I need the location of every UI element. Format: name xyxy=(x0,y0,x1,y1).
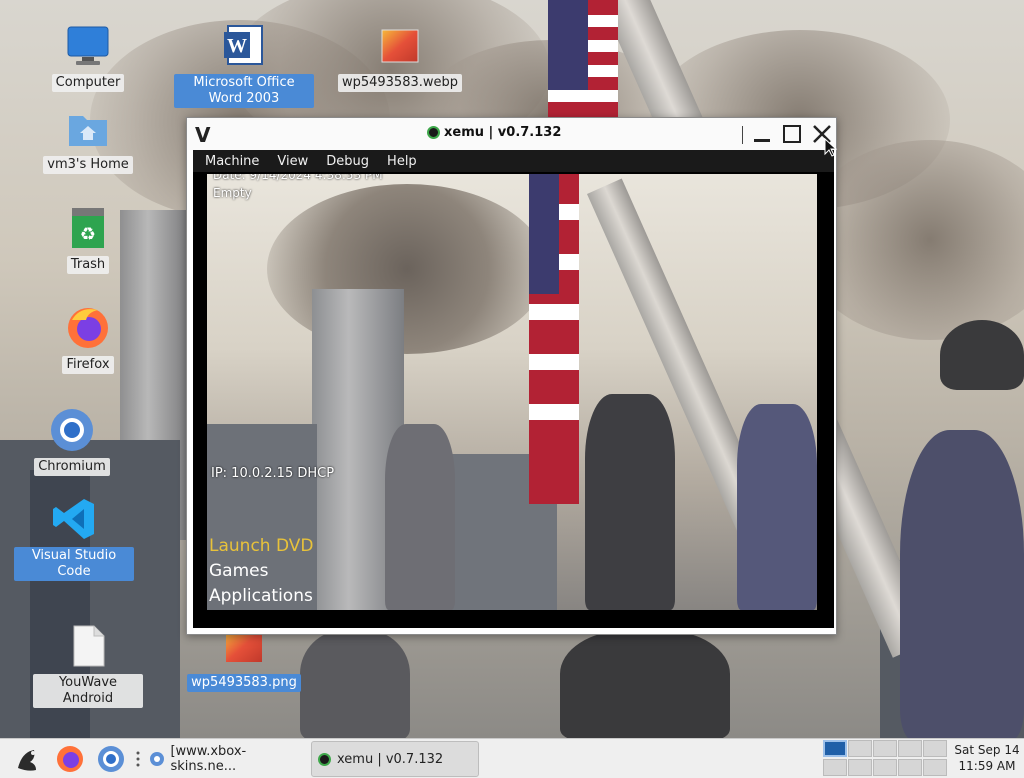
home-folder-icon xyxy=(64,104,112,152)
dashboard-date: Date: 9/14/2024 4:38:53 PM xyxy=(213,174,383,182)
screen-firefighter xyxy=(585,394,675,610)
desktop-icon-label: Chromium xyxy=(34,458,110,476)
workspace-3[interactable] xyxy=(873,740,897,757)
svg-text:W: W xyxy=(227,35,247,57)
desktop-icon-label: Firefox xyxy=(62,356,114,374)
chromium-icon xyxy=(48,406,96,454)
desktop-icon-home[interactable]: vm3's Home xyxy=(33,104,143,174)
screen-flag xyxy=(529,174,579,504)
desktop-icon-label: YouWave Android xyxy=(33,674,143,708)
desktop-icon-trash[interactable]: ♻ Trash xyxy=(33,204,143,274)
emulator-viewport[interactable]: Date: 9/14/2024 4:38:53 PM Empty IP: 10.… xyxy=(193,172,834,628)
emulator-screen[interactable]: Date: 9/14/2024 4:38:53 PM Empty IP: 10.… xyxy=(207,174,817,610)
image-file-icon xyxy=(376,22,424,70)
menu-debug[interactable]: Debug xyxy=(326,154,369,169)
dashboard-menu-applications[interactable]: Applications xyxy=(209,586,313,610)
chromium-icon xyxy=(150,752,164,766)
screen-smoke xyxy=(267,184,547,354)
minimize-button[interactable] xyxy=(750,122,774,146)
window-titlebar[interactable]: V xemu | v0.7.132 xyxy=(187,118,836,150)
mouse-cursor-icon xyxy=(824,138,838,157)
xemu-window[interactable]: V xemu | v0.7.132 Machine View Debug Hel… xyxy=(186,117,837,635)
taskbar-chromium-launcher[interactable] xyxy=(96,743,126,775)
workspace-2[interactable] xyxy=(848,740,872,757)
desktop-icon-chromium[interactable]: Chromium xyxy=(17,406,127,476)
firefox-icon xyxy=(57,746,83,772)
taskbar-firefox-launcher[interactable] xyxy=(55,743,85,775)
desktop-icon-youwave[interactable]: YouWave Android xyxy=(33,622,143,708)
dashboard-disc-status: Empty xyxy=(213,186,252,200)
window-title: xemu | v0.7.132 xyxy=(427,125,561,140)
desktop-icon-label: wp5493583.webp xyxy=(337,74,463,92)
desktop-icon-label: Visual Studio Code xyxy=(14,547,134,581)
desktop-icon-firefox[interactable]: Firefox xyxy=(33,304,143,374)
workspace-10[interactable] xyxy=(923,759,947,776)
minimize-icon xyxy=(754,139,770,142)
maximize-button[interactable] xyxy=(780,122,804,146)
screen-firefighter xyxy=(385,424,455,610)
vscode-icon xyxy=(50,495,98,543)
workspace-7[interactable] xyxy=(848,759,872,776)
menu-help[interactable]: Help xyxy=(387,154,417,169)
workspace-9[interactable] xyxy=(898,759,922,776)
taskbar: [www.xbox-skins.ne... xemu | v0.7.132 Sa… xyxy=(0,738,1024,778)
clock-date: Sat Sep 14 xyxy=(954,743,1020,757)
task-label: xemu | v0.7.132 xyxy=(337,751,444,767)
word-document-icon: W xyxy=(220,22,268,70)
window-menubar: Machine View Debug Help xyxy=(193,150,834,172)
workspace-5[interactable] xyxy=(923,740,947,757)
screen-firefighter xyxy=(737,404,817,610)
app-menu-icon xyxy=(18,750,36,771)
clock-time: 11:59 AM xyxy=(958,759,1016,773)
desktop-icon-vscode[interactable]: Visual Studio Code xyxy=(14,495,134,581)
menu-view[interactable]: View xyxy=(277,154,308,169)
firefox-icon xyxy=(64,304,112,352)
xemu-icon xyxy=(318,752,331,766)
workspace-6[interactable] xyxy=(823,759,847,776)
taskbar-separator-icon xyxy=(135,743,141,775)
task-label: [www.xbox-skins.ne... xyxy=(170,744,247,774)
xemu-icon xyxy=(427,126,440,139)
window-app-letter: V xyxy=(195,123,211,147)
taskbar-clock[interactable]: Sat Sep 14 11:59 AM xyxy=(952,742,1022,774)
maximize-icon xyxy=(783,125,801,143)
desktop-icon-label: Microsoft Office Word 2003 xyxy=(174,74,314,108)
start-menu-button[interactable] xyxy=(12,743,42,775)
menu-machine[interactable]: Machine xyxy=(205,154,259,169)
desktop-icon-word[interactable]: W Microsoft Office Word 2003 xyxy=(174,22,314,108)
desktop-icon-label: vm3's Home xyxy=(43,156,133,174)
computer-icon xyxy=(64,22,112,70)
dashboard-ip: IP: 10.0.2.15 DHCP xyxy=(211,466,335,481)
dashboard-menu-launch-dvd[interactable]: Launch DVD xyxy=(209,536,313,556)
document-icon xyxy=(64,622,112,670)
taskbar-task-browser[interactable]: [www.xbox-skins.ne... xyxy=(143,741,307,777)
chromium-icon xyxy=(98,746,124,772)
desktop-icon-label: wp5493583.png xyxy=(187,674,301,692)
desktop-icon-label: Computer xyxy=(51,74,125,92)
flag-graphic xyxy=(548,0,618,120)
workspace-1[interactable] xyxy=(823,740,847,757)
taskbar-task-xemu[interactable]: xemu | v0.7.132 xyxy=(311,741,479,777)
titlebar-separator xyxy=(742,126,743,144)
desktop-icon-computer[interactable]: Computer xyxy=(33,22,143,92)
desktop-icon-webp[interactable]: wp5493583.webp xyxy=(337,22,463,92)
svg-text:♻: ♻ xyxy=(80,224,96,245)
desktop-icon-label: Trash xyxy=(66,256,110,274)
trash-icon: ♻ xyxy=(64,204,112,252)
workspace-8[interactable] xyxy=(873,759,897,776)
screen-city xyxy=(207,424,317,610)
workspace-4[interactable] xyxy=(898,740,922,757)
window-title-text: xemu | v0.7.132 xyxy=(444,125,562,140)
dashboard-menu-games[interactable]: Games xyxy=(209,561,268,581)
